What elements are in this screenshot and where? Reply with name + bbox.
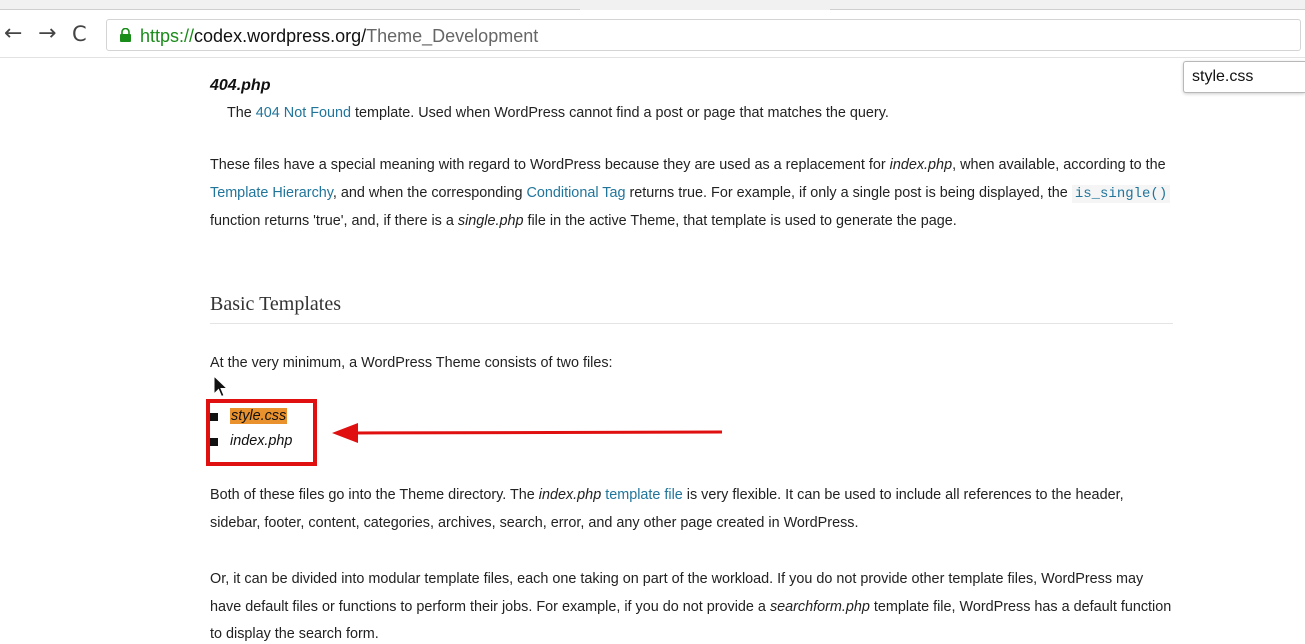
desc-text: template. Used when WordPress cannot fin… bbox=[351, 105, 889, 121]
modular-templates-paragraph: Or, it can be divided into modular templ… bbox=[210, 566, 1175, 644]
url-text: https://codex.wordpress.org/Theme_Develo… bbox=[140, 26, 538, 46]
template-file-link[interactable]: template file bbox=[605, 487, 683, 503]
section-heading: Basic Templates bbox=[210, 293, 341, 315]
desc-text: The bbox=[227, 105, 256, 121]
url-path: Theme_Development bbox=[366, 26, 539, 46]
heading-divider bbox=[210, 323, 1173, 324]
annotation-box bbox=[206, 399, 317, 466]
address-bar[interactable]: https://codex.wordpress.org/Theme_Develo… bbox=[106, 19, 1301, 51]
para-text: file in the active Theme, that template … bbox=[523, 213, 957, 229]
lock-icon bbox=[120, 28, 131, 42]
reload-button[interactable]: C bbox=[72, 22, 87, 46]
tab-strip bbox=[0, 0, 1305, 10]
find-query: style.css bbox=[1192, 68, 1254, 85]
404-not-found-link[interactable]: 404 Not Found bbox=[256, 105, 351, 121]
para-text: These files have a special meaning with … bbox=[210, 157, 890, 173]
is-single-code-link[interactable]: is_single() bbox=[1071, 184, 1171, 203]
para-text: returns true. For example, if only a sin… bbox=[625, 184, 1072, 201]
url-domain: codex.wordpress.org/ bbox=[194, 26, 367, 46]
para-emphasis: index.php bbox=[889, 157, 953, 173]
theme-directory-paragraph: Both of these files go into the Theme di… bbox=[210, 482, 1175, 537]
minimum-files-paragraph: At the very minimum, a WordPress Theme c… bbox=[210, 355, 613, 371]
para-emphasis: single.php bbox=[457, 213, 524, 229]
tab-edge bbox=[0, 0, 580, 10]
mouse-cursor-icon bbox=[213, 375, 229, 398]
code-snippet: is_single() bbox=[1071, 184, 1171, 203]
para-text: , and when the corresponding bbox=[332, 184, 527, 201]
forward-button[interactable]: → bbox=[38, 22, 56, 46]
tab-edge bbox=[830, 0, 1305, 10]
para-text: Both of these files go into the Theme di… bbox=[210, 487, 539, 503]
find-input[interactable]: style.css bbox=[1183, 61, 1305, 93]
back-button[interactable]: ← bbox=[4, 22, 22, 46]
para-text: function returns 'true', and, if there i… bbox=[210, 213, 458, 229]
template-hierarchy-link[interactable]: Template Hierarchy bbox=[210, 185, 333, 201]
browser-toolbar: ← → C https://codex.wordpress.org/Theme_… bbox=[0, 10, 1305, 58]
para-text: , when available, according to the bbox=[952, 157, 1166, 173]
annotation-arrow-icon bbox=[332, 423, 723, 443]
url-scheme: https:// bbox=[140, 26, 195, 46]
template-description: The 404 Not Found template. Used when Wo… bbox=[227, 100, 889, 128]
template-filename: 404.php bbox=[210, 77, 271, 94]
conditional-tag-link[interactable]: Conditional Tag bbox=[527, 185, 626, 201]
para-emphasis: index.php bbox=[538, 487, 602, 503]
special-files-paragraph: These files have a special meaning with … bbox=[210, 152, 1175, 236]
para-emphasis: searchform.php bbox=[769, 598, 870, 615]
